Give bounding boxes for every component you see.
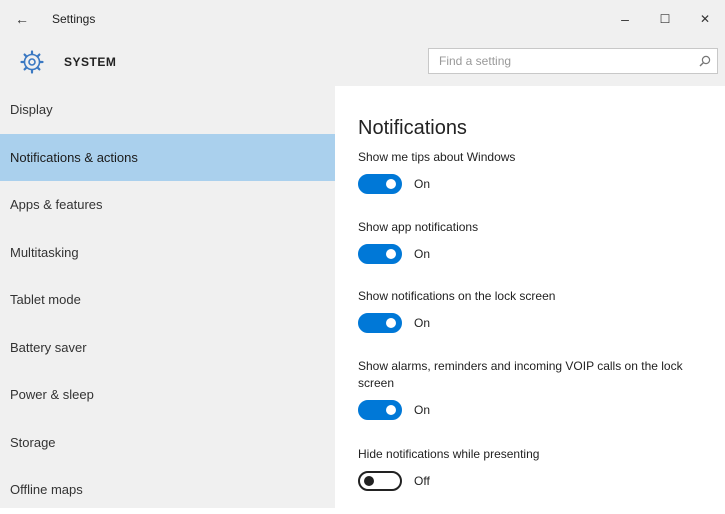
toggle-knob (364, 476, 374, 486)
sidebar-item-apps-features[interactable]: Apps & features (0, 181, 335, 229)
lock-screen-notifications-toggle[interactable] (358, 313, 402, 333)
toggle-knob (386, 179, 396, 189)
toggle-state-label: On (414, 403, 431, 417)
back-arrow-icon: ← (15, 11, 29, 27)
sidebar-item-label: Offline maps (10, 482, 83, 498)
sidebar-item-battery-saver[interactable]: Battery saver (0, 324, 335, 372)
setting-show-app-notifications: Show app notifications On (358, 219, 718, 264)
sidebar-item-display[interactable]: Display (0, 86, 335, 134)
close-icon: ✕ (699, 12, 711, 26)
back-button[interactable]: ← (0, 0, 44, 38)
sidebar-item-label: Apps & features (10, 197, 103, 213)
toggle-state-label: On (414, 247, 431, 261)
sidebar-item-label: Power & sleep (10, 387, 94, 403)
alarms-reminders-voip-toggle[interactable] (358, 400, 402, 420)
setting-label: Hide notifications while presenting (358, 447, 540, 461)
maximize-button[interactable]: ☐ (645, 0, 685, 38)
search-icon[interactable] (693, 49, 717, 73)
sidebar-item-tablet-mode[interactable]: Tablet mode (0, 276, 335, 324)
toggle-state-label: On (414, 316, 431, 330)
settings-window: ← Settings – ☐ ✕ SYSTEM Find a setting D… (0, 0, 725, 508)
gear-icon (20, 50, 44, 74)
page-title: SYSTEM (64, 55, 117, 69)
sidebar-item-power-sleep[interactable]: Power & sleep (0, 371, 335, 419)
toggle-knob (386, 318, 396, 328)
setting-hide-while-presenting: Hide notifications while presenting Off (358, 446, 718, 491)
minimize-icon: – (621, 11, 629, 27)
maximize-icon: ☐ (659, 12, 671, 26)
minimize-button[interactable]: – (605, 0, 645, 38)
setting-label: Show app notifications (358, 220, 479, 234)
sidebar-item-multitasking[interactable]: Multitasking (0, 229, 335, 277)
toggle-knob (386, 405, 396, 415)
sidebar-item-label: Storage (10, 434, 56, 450)
content-pane: Notifications Show me tips about Windows… (335, 86, 725, 508)
settings-header: SYSTEM (0, 38, 725, 86)
sidebar-item-offline-maps[interactable]: Offline maps (0, 466, 335, 514)
show-tips-toggle[interactable] (358, 174, 402, 194)
sidebar-item-label: Battery saver (10, 339, 87, 355)
sidebar-item-label: Notifications & actions (10, 149, 138, 165)
toggle-state-label: On (414, 177, 431, 191)
setting-label: Show me tips about Windows (358, 150, 516, 164)
window-title: Settings (52, 12, 96, 26)
sidebar-item-notifications-actions[interactable]: Notifications & actions (0, 133, 335, 181)
window-controls: – ☐ ✕ (605, 0, 725, 38)
setting-lock-screen-notifications: Show notifications on the lock screen On (358, 288, 718, 333)
setting-label: Show notifications on the lock screen (358, 289, 556, 303)
toggle-knob (386, 249, 396, 259)
search-input[interactable] (429, 49, 693, 73)
title-bar: ← Settings – ☐ ✕ (0, 0, 725, 38)
setting-label: Show alarms, reminders and incoming VOIP… (358, 359, 683, 390)
search-box[interactable] (428, 48, 718, 74)
setting-show-tips: Show me tips about Windows On (358, 149, 718, 194)
sidebar: Display Notifications & actions Apps & f… (0, 86, 335, 508)
show-app-notifications-toggle[interactable] (358, 244, 402, 264)
sidebar-item-label: Tablet mode (10, 292, 81, 308)
toggle-state-label: Off (414, 474, 430, 488)
sidebar-item-storage[interactable]: Storage (0, 419, 335, 467)
setting-alarms-reminders-voip: Show alarms, reminders and incoming VOIP… (358, 358, 718, 420)
section-title: Notifications (358, 117, 467, 140)
sidebar-item-label: Multitasking (10, 244, 79, 260)
sidebar-item-label: Display (10, 102, 53, 118)
hide-while-presenting-toggle[interactable] (358, 471, 402, 491)
close-button[interactable]: ✕ (685, 0, 725, 38)
